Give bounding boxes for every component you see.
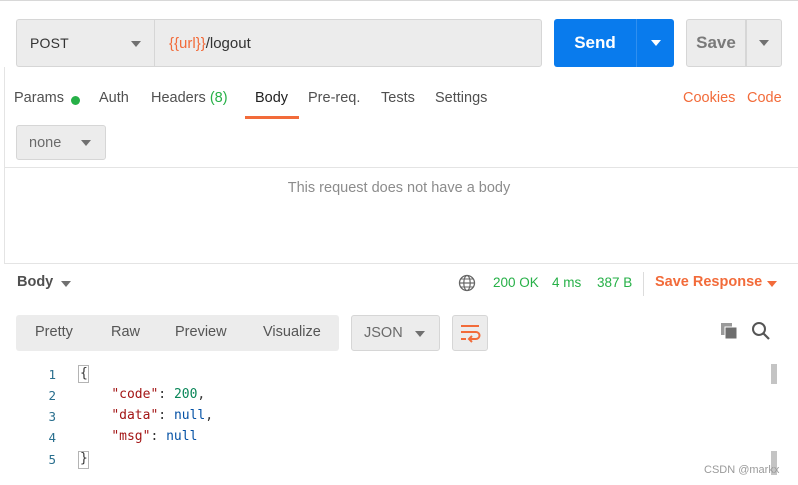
json-colon: : (158, 387, 174, 402)
json-colon: : (150, 429, 167, 444)
chevron-down-icon (759, 40, 769, 46)
chevron-down-icon[interactable] (767, 281, 777, 287)
chevron-down-icon (651, 40, 661, 46)
url-path: /logout (205, 34, 251, 52)
tab-settings[interactable]: Settings (435, 90, 487, 112)
headers-count: (8) (209, 90, 228, 106)
json-key: "data" (111, 408, 159, 423)
copy-icon[interactable] (720, 322, 738, 340)
chevron-down-icon (415, 331, 425, 337)
scrollbar-thumb[interactable] (771, 364, 777, 384)
tab-headers[interactable]: Headers (8) (151, 90, 228, 112)
response-view-tabs: Pretty Raw Preview Visualize (16, 315, 339, 351)
url-variable: {{url}} (169, 34, 206, 52)
code-line: "code": 200, (80, 387, 205, 402)
code-line: "data": null, (80, 408, 213, 423)
save-button[interactable]: Save (686, 19, 746, 67)
response-time[interactable]: 4 ms (552, 275, 581, 290)
tab-tests[interactable]: Tests (381, 90, 415, 112)
body-mode-label: none (29, 134, 62, 151)
view-tab-visualize[interactable]: Visualize (263, 324, 321, 340)
format-label: JSON (364, 325, 403, 341)
window-top-border (0, 0, 798, 8)
active-tab-indicator (245, 116, 299, 119)
cookies-link[interactable]: Cookies (683, 90, 735, 106)
json-key: "msg" (111, 429, 151, 444)
tab-headers-label: Headers (151, 90, 206, 106)
chevron-down-icon[interactable] (61, 281, 71, 287)
params-indicator-dot (71, 96, 80, 105)
tab-body[interactable]: Body (255, 90, 288, 112)
divider (4, 263, 798, 264)
url-input[interactable]: {{url}}/logout (154, 19, 542, 67)
save-options-button[interactable] (746, 19, 782, 67)
divider (643, 272, 644, 296)
tab-prereq[interactable]: Pre-req. (308, 90, 360, 112)
format-select[interactable]: JSON (351, 315, 440, 351)
view-tab-pretty[interactable]: Pretty (35, 324, 73, 340)
view-tab-preview[interactable]: Preview (175, 324, 227, 340)
method-label: POST (30, 35, 69, 51)
wrap-lines-icon (461, 325, 481, 343)
send-options-button[interactable] (636, 19, 674, 67)
divider (4, 167, 798, 168)
chevron-down-icon (131, 41, 141, 47)
open-brace: { (80, 366, 88, 381)
wrap-lines-button[interactable] (452, 315, 488, 351)
response-body-dropdown[interactable]: Body (17, 274, 53, 290)
method-select[interactable]: POST (16, 19, 154, 67)
tab-auth[interactable]: Auth (99, 90, 129, 112)
json-key: "code" (111, 387, 159, 402)
body-mode-select[interactable]: none (16, 125, 106, 160)
code-link[interactable]: Code (747, 90, 782, 106)
globe-icon[interactable] (458, 274, 476, 292)
send-button[interactable]: Send (554, 19, 636, 67)
empty-body-message: This request does not have a body (287, 180, 511, 196)
view-tab-raw[interactable]: Raw (111, 324, 140, 340)
save-response-button[interactable]: Save Response (655, 274, 762, 290)
line-number: 5 (48, 452, 56, 467)
code-line: } (80, 451, 88, 466)
line-number: 4 (48, 430, 56, 445)
search-icon[interactable] (751, 321, 771, 341)
code-line: "msg": null (80, 429, 197, 444)
code-line: { (80, 366, 88, 381)
json-comma: , (205, 408, 214, 423)
watermark: CSDN @markx (704, 464, 780, 476)
json-value: null (173, 408, 206, 423)
line-number: 1 (48, 367, 56, 382)
chevron-down-icon (81, 140, 91, 146)
json-colon: : (158, 408, 174, 423)
json-value: null (166, 429, 198, 444)
json-value: 200 (173, 387, 198, 402)
line-number: 2 (48, 388, 56, 403)
close-brace: } (80, 451, 88, 466)
status-code[interactable]: 200 OK (493, 275, 539, 290)
json-comma: , (197, 387, 206, 402)
panel-left-border (4, 67, 5, 263)
line-number: 3 (48, 409, 56, 424)
tab-params[interactable]: Params (14, 90, 64, 112)
response-size[interactable]: 387 B (597, 275, 632, 290)
